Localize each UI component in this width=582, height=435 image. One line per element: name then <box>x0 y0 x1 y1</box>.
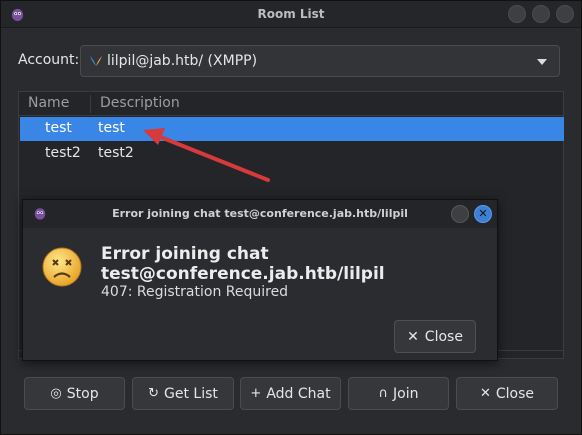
xmpp-icon <box>90 56 102 66</box>
table-row[interactable]: test2 test2 <box>20 142 564 166</box>
add-chat-label: Add Chat <box>266 385 331 402</box>
column-description-header[interactable]: Description <box>100 95 180 111</box>
dialog-minimize-button[interactable] <box>451 205 469 223</box>
account-value: lilpil@jab.htb/ (XMPP) <box>107 53 258 69</box>
room-description: test <box>98 120 125 136</box>
list-header: Name Description <box>19 92 563 116</box>
dialog-close-label: Close <box>424 328 463 345</box>
close-icon: ✕ <box>407 328 419 345</box>
chevron-down-icon <box>537 59 547 65</box>
dialog-message: 407: Registration Required <box>101 284 289 300</box>
table-row[interactable]: test test <box>20 117 564 141</box>
dialog-heading: Error joining chat test@conference.jab.h… <box>101 244 385 284</box>
close-label: Close <box>495 385 535 402</box>
refresh-icon: ↻ <box>148 386 160 401</box>
dialog-title-bar: Error joining chat test@conference.jab.h… <box>23 200 497 228</box>
close-window-button[interactable] <box>556 5 574 23</box>
add-chat-button[interactable]: + Add Chat <box>240 377 341 410</box>
join-label: Join <box>393 385 419 402</box>
dialog-close-action-button[interactable]: ✕ Close <box>394 320 476 353</box>
stop-button[interactable]: ◎ Stop <box>24 377 125 410</box>
room-name: test2 <box>45 145 81 161</box>
dialog-close-button[interactable]: ✕ <box>474 205 492 223</box>
error-dialog: Error joining chat test@conference.jab.h… <box>22 199 498 361</box>
stop-icon: ◎ <box>50 386 62 401</box>
maximize-button[interactable] <box>532 5 550 23</box>
title-bar: Room List <box>1 1 581 28</box>
column-divider <box>90 95 91 113</box>
close-icon: ✕ <box>479 386 491 401</box>
get-list-label: Get List <box>164 385 218 402</box>
plus-icon: + <box>250 386 262 401</box>
minimize-button[interactable] <box>508 5 526 23</box>
join-button[interactable]: ∩ Join <box>348 377 449 410</box>
account-label: Account: <box>18 52 80 68</box>
join-icon: ∩ <box>378 386 389 401</box>
account-select[interactable]: lilpil@jab.htb/ (XMPP) <box>80 45 560 77</box>
room-name: test <box>45 120 72 136</box>
room-description: test2 <box>98 145 134 161</box>
close-button[interactable]: ✕ Close <box>456 377 558 410</box>
stop-label: Stop <box>66 385 99 402</box>
window-title: Room List <box>257 7 325 21</box>
get-list-button[interactable]: ↻ Get List <box>132 377 234 410</box>
error-face-icon <box>42 247 82 287</box>
dialog-title: Error joining chat test@conference.jab.h… <box>112 207 408 220</box>
column-name-header[interactable]: Name <box>28 95 69 111</box>
